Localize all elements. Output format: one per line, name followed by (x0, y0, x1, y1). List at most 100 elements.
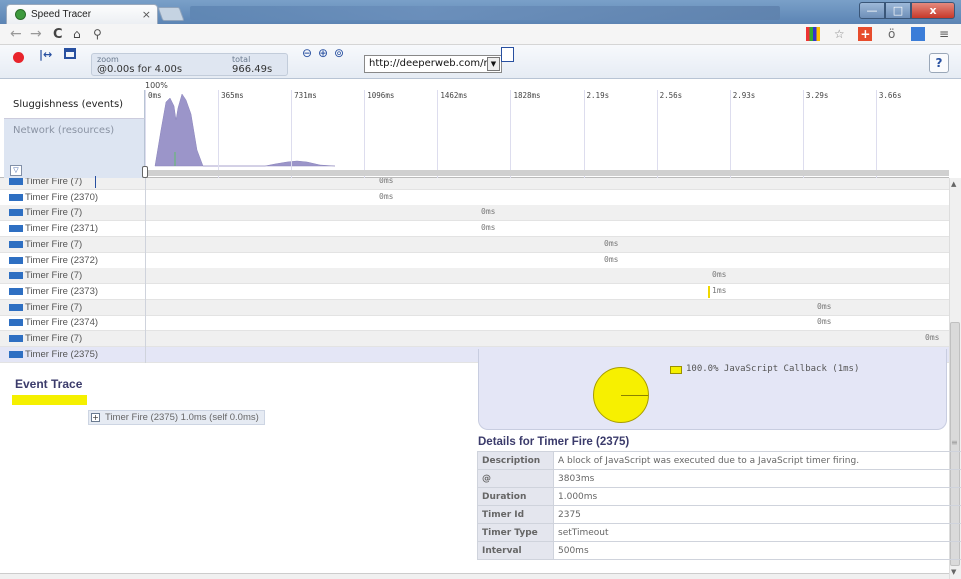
tab-speed-tracer[interactable]: Speed Tracer × (6, 4, 158, 24)
axis-tick-label: 2.19s (586, 91, 610, 100)
event-time: 0ms (817, 301, 832, 311)
row-divider (145, 205, 146, 222)
row-divider (145, 331, 146, 347)
axis-tick-label: 3.66s (878, 91, 902, 100)
home-icon[interactable]: ⌂ (73, 27, 81, 41)
reload-icon[interactable]: C (53, 27, 63, 42)
page-url-select[interactable]: http://deeperweb.com/res ▼ (364, 55, 502, 73)
expand-icon[interactable]: + (91, 413, 100, 422)
axis-tick-label: 1462ms (440, 91, 468, 100)
bookmark-star-icon[interactable]: ☆ (832, 27, 846, 41)
axis-tick-label: 1096ms (367, 91, 395, 100)
event-type-swatch (9, 240, 23, 248)
timer-extension-icon[interactable]: ö (885, 27, 899, 41)
save-icon[interactable] (64, 48, 76, 59)
details-key: Timer Type (477, 523, 554, 542)
details-key: @ (477, 469, 554, 488)
record-button[interactable] (13, 52, 24, 63)
event-type-swatch (9, 178, 23, 185)
event-type-swatch (9, 350, 23, 358)
event-row[interactable]: Timer Fire (7) 0ms (0, 236, 949, 253)
omnibox-search-icon[interactable]: ⚲ (93, 27, 102, 41)
filter-icon[interactable]: ▽ (10, 165, 22, 176)
row-divider (145, 236, 146, 253)
axis-tick-label: 2.93s (732, 91, 756, 100)
event-time: 0ms (604, 254, 619, 264)
details-table: Description A block of JavaScript was exe… (477, 451, 961, 560)
axis-tick-label: 0ms (148, 91, 162, 100)
reset-icon[interactable]: |↔ (39, 48, 52, 61)
event-type-swatch (9, 225, 23, 233)
graph-scroll-track[interactable] (146, 170, 949, 176)
event-trace-node[interactable]: Timer Fire (2375) 1.0ms (self 0.0ms) (88, 410, 265, 425)
zoom-fit-icon[interactable]: ⊚ (334, 46, 344, 60)
tab-close-icon[interactable]: × (142, 8, 151, 21)
event-row[interactable]: Timer Fire (7) 0ms (0, 178, 949, 190)
axis-tick: 3.66s (875, 90, 901, 178)
copy-icon[interactable] (501, 47, 514, 62)
event-type-swatch (9, 335, 23, 342)
menu-icon[interactable]: ≡ (937, 27, 951, 41)
dropdown-arrow-icon[interactable]: ▼ (487, 57, 500, 71)
event-row[interactable]: Timer Fire (7) 0ms (0, 268, 949, 285)
event-label: Timer Fire (2373) (25, 285, 99, 297)
tab-title: Speed Tracer (31, 9, 92, 20)
event-label: Timer Fire (7) (25, 178, 83, 187)
event-time: 0ms (379, 191, 394, 201)
event-type-swatch (9, 272, 23, 280)
event-row[interactable]: Timer Fire (7) 0ms (0, 299, 949, 316)
event-row[interactable]: Timer Fire (7) 0ms (0, 205, 949, 222)
event-label: Timer Fire (2371) (25, 223, 99, 235)
speed-tracer-toolbar: |↔ zoom @0.00s for 4.00s total 966.49s ⊖… (0, 45, 961, 79)
window-titlebar: Speed Tracer × — □ x (0, 0, 961, 24)
close-window-button[interactable]: x (911, 2, 955, 19)
details-row: Description A block of JavaScript was exe… (477, 451, 961, 470)
axis-tick: 2.56s (656, 90, 682, 178)
details-key: Duration (477, 487, 554, 506)
zoom-out-icon[interactable]: ⊖ (302, 46, 312, 60)
axis-tick-label: 365ms (221, 91, 244, 100)
scroll-up-icon[interactable]: ▲ (951, 180, 956, 188)
event-row[interactable]: Timer Fire (2372) 0ms (0, 252, 949, 269)
row-divider (145, 268, 146, 285)
new-tab-button[interactable] (157, 7, 185, 21)
graph-tab-network[interactable]: Network (resources) (4, 121, 114, 141)
details-row: @3803ms (477, 469, 961, 488)
details-value: 3803ms (553, 469, 961, 488)
timeline-axis[interactable]: 0ms 365ms 731ms 1096ms 1462ms 1828ms 2.19s 2.56… (145, 90, 949, 178)
maximize-button[interactable]: □ (885, 2, 911, 19)
event-row[interactable]: Timer Fire (2371) 0ms (0, 221, 949, 238)
sluggishness-graph (154, 93, 336, 167)
axis-tick: 2.19s (583, 90, 609, 178)
text-cursor (95, 176, 96, 188)
range-handle[interactable] (142, 166, 148, 178)
event-time: 0ms (481, 223, 496, 233)
event-time: 0ms (817, 317, 832, 327)
page-url-value: http://deeperweb.com/res (369, 58, 499, 69)
legend-swatch (670, 366, 682, 374)
notes-extension-icon[interactable] (910, 27, 925, 41)
forward-arrow-icon[interactable]: → (30, 26, 42, 42)
add-extension-icon[interactable]: + (858, 27, 873, 41)
speed-tracer-extension-icon[interactable] (806, 27, 821, 41)
axis-tick: 2.93s (729, 90, 755, 178)
event-label: Timer Fire (2372) (25, 254, 99, 266)
zoom-in-icon[interactable]: ⊕ (318, 46, 328, 60)
event-label: Timer Fire (7) (25, 207, 83, 219)
scroll-grip-icon: ≡ (951, 438, 958, 447)
event-row[interactable]: Timer Fire (2373) 1ms (0, 283, 949, 300)
help-button[interactable]: ? (929, 53, 949, 73)
browser-toolbar: ← → C ⌂ ⚲ ☆ + ö ≡ (0, 24, 961, 45)
graph-tab-sluggishness[interactable]: Sluggishness (events) (4, 90, 145, 119)
back-arrow-icon[interactable]: ← (10, 26, 22, 42)
breakdown-panel (478, 349, 947, 430)
scroll-down-icon[interactable]: ▼ (951, 568, 956, 576)
details-value: 2375 (553, 505, 961, 524)
event-row[interactable]: Timer Fire (2370) 0ms (0, 189, 949, 206)
event-row[interactable]: Timer Fire (2374) 0ms (0, 315, 949, 332)
event-row[interactable]: Timer Fire (7) 0ms (0, 331, 949, 347)
event-label: Timer Fire (2374) (25, 317, 99, 329)
event-type-swatch (9, 256, 23, 264)
event-label: Timer Fire (7) (25, 301, 83, 313)
minimize-button[interactable]: — (859, 2, 885, 19)
